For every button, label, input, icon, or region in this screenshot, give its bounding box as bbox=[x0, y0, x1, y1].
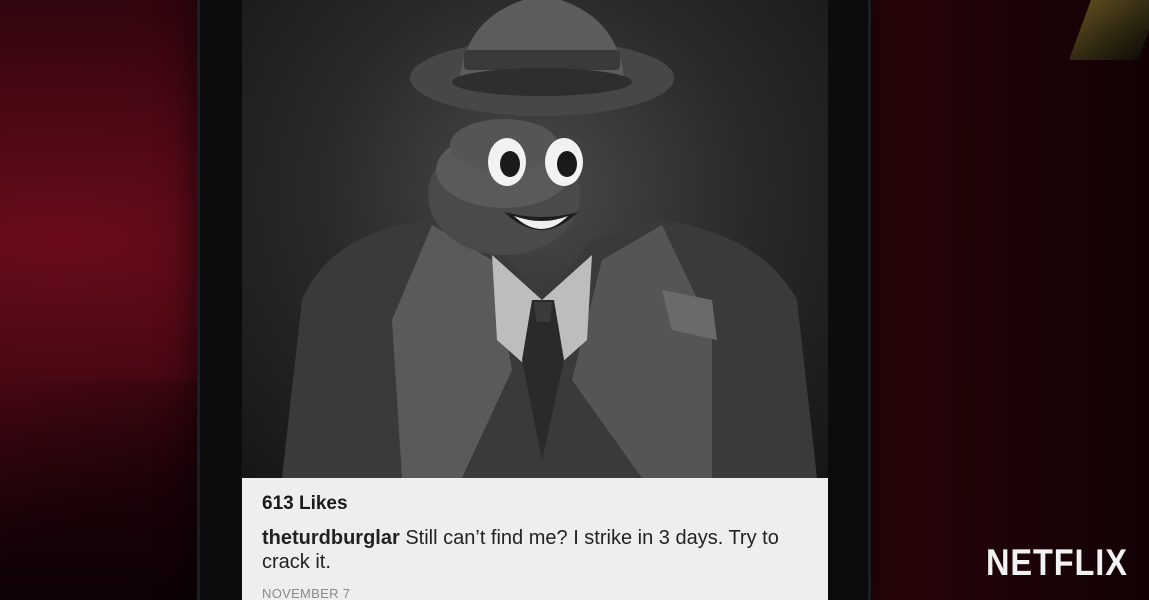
post-caption: 613 Likes theturdburglar Still can’t fin… bbox=[242, 478, 828, 600]
post-image[interactable] bbox=[242, 0, 828, 478]
hat-band bbox=[464, 50, 620, 70]
username-link[interactable]: theturdburglar bbox=[262, 527, 400, 549]
post-date: NOVEMBER 7 bbox=[262, 586, 351, 600]
phone-screen: 613 Likes theturdburglar Still can’t fin… bbox=[242, 0, 828, 600]
post-caption-text: theturdburglar Still can’t find me? I st… bbox=[262, 526, 808, 574]
background-fold bbox=[0, 380, 210, 600]
likes-count[interactable]: 613 Likes bbox=[262, 492, 808, 516]
netflix-watermark: NETFLIX bbox=[986, 542, 1128, 583]
poop-emoji-detective-icon bbox=[282, 0, 817, 478]
background-shadow bbox=[870, 0, 1149, 600]
